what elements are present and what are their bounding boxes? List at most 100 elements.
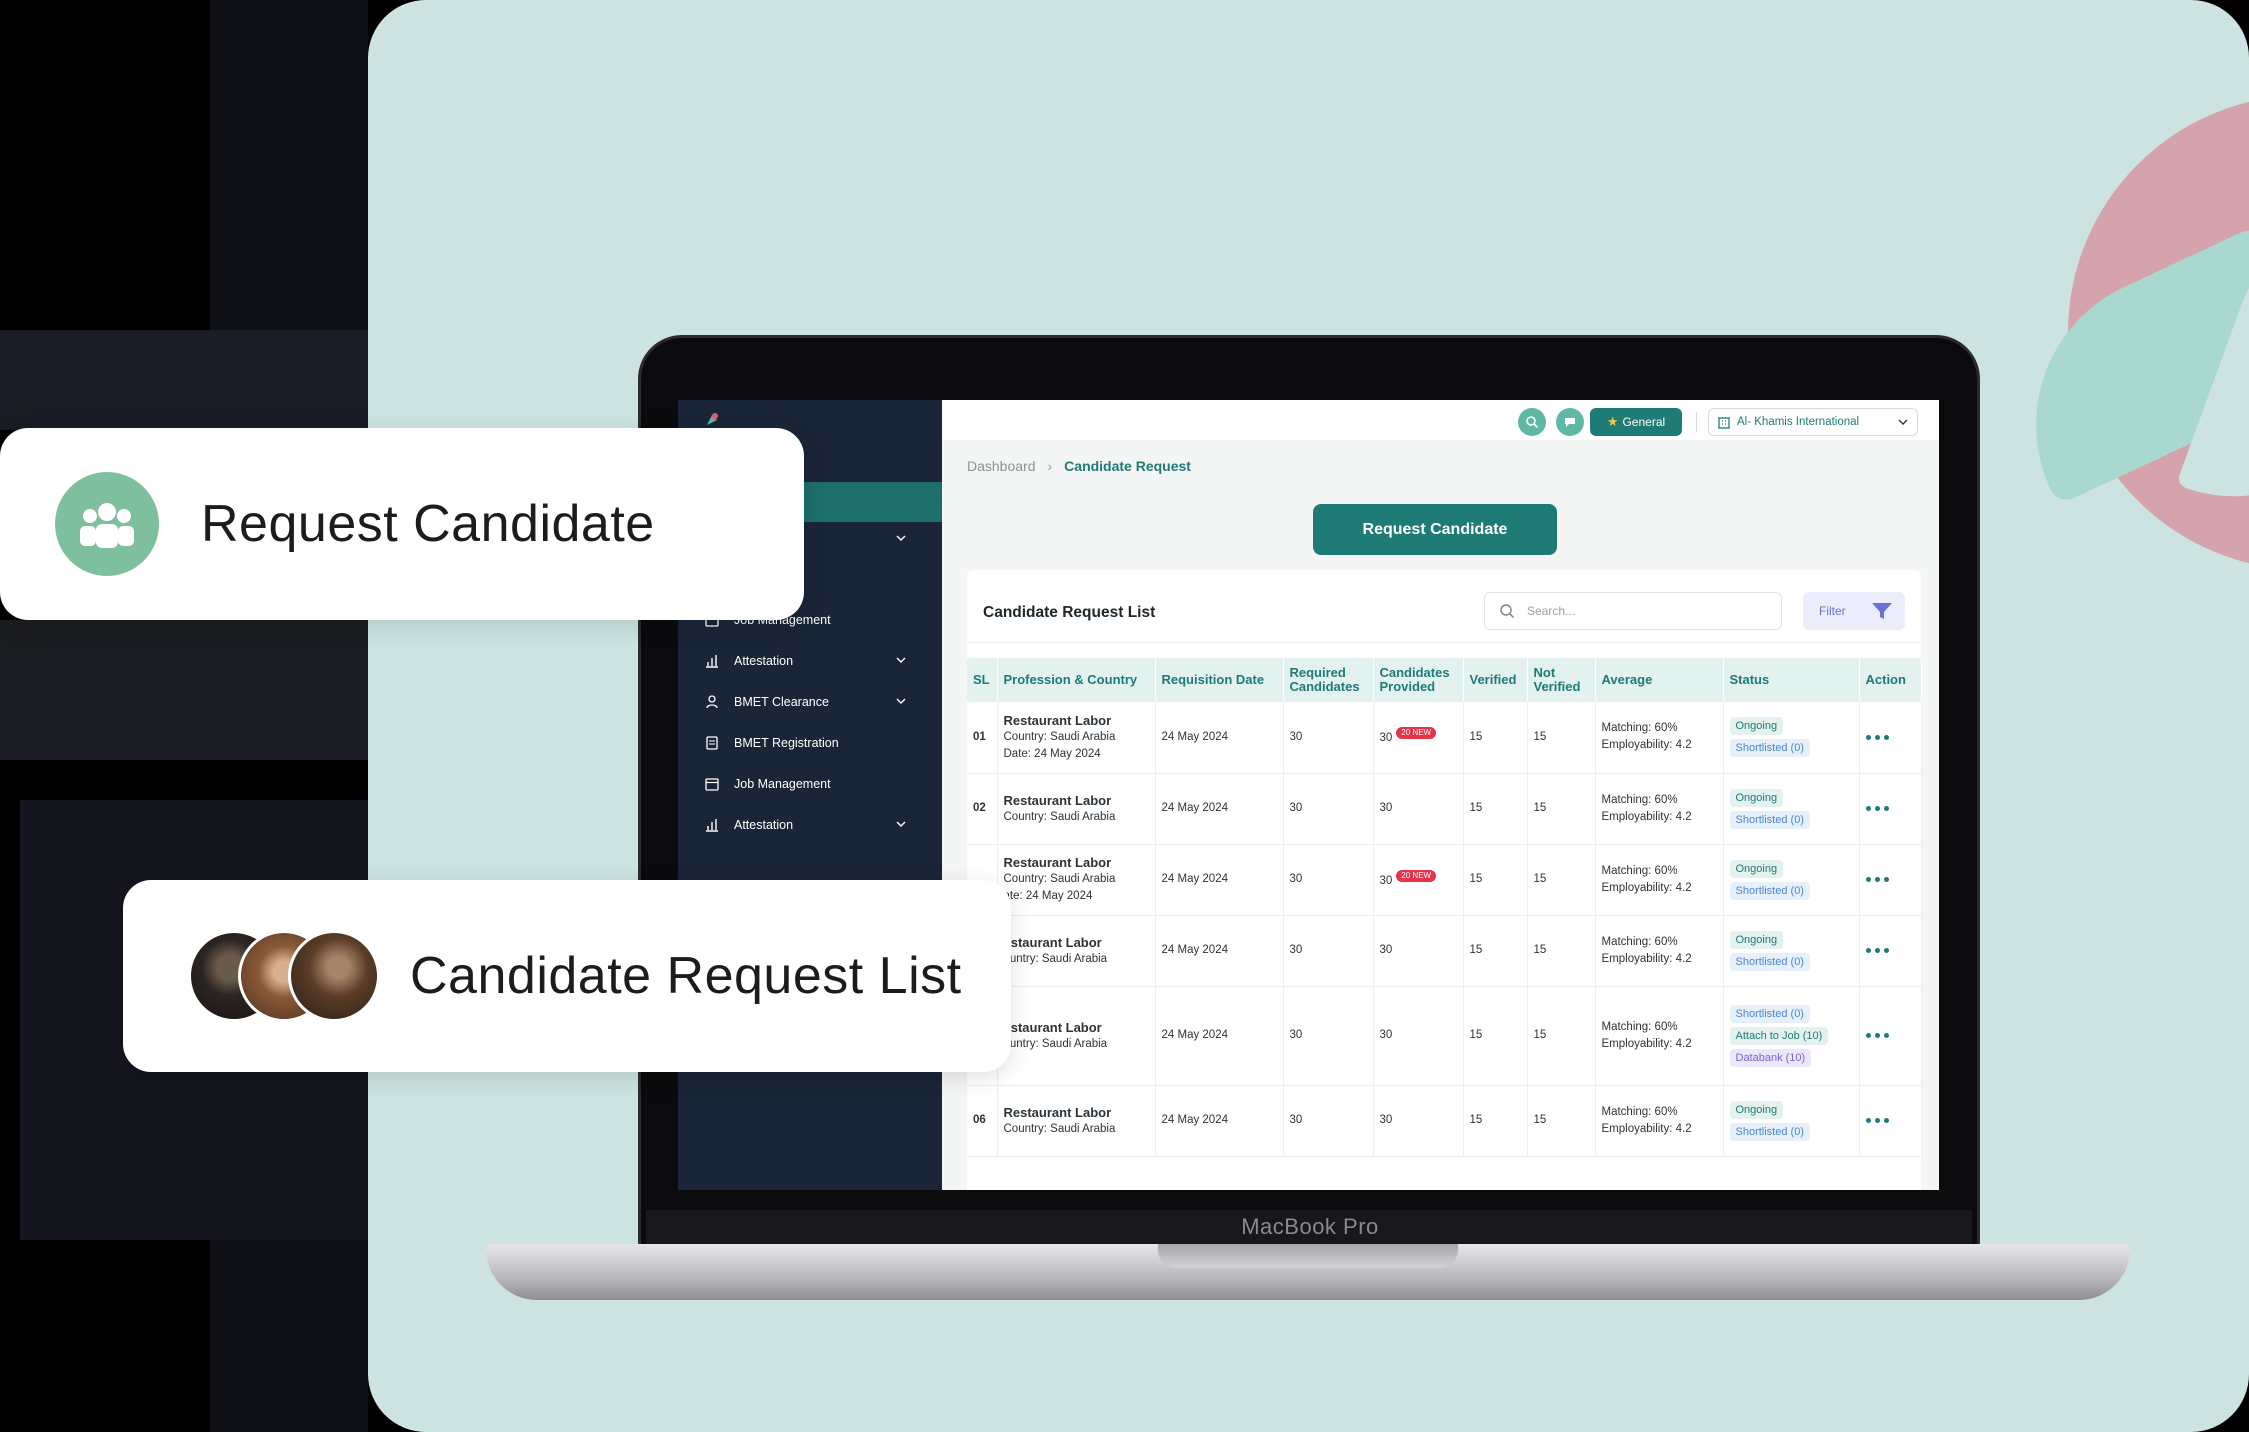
status-badge[interactable]: Attach to Job (10)	[1729, 1026, 1829, 1045]
sidebar-item-bmet-clearance[interactable]: BMET Clearance	[704, 690, 924, 714]
status-badge[interactable]: Shortlisted (0)	[1729, 952, 1810, 971]
column-header-sl[interactable]: SL	[967, 658, 998, 702]
calendar-icon	[705, 778, 719, 791]
cell-action	[1859, 702, 1922, 774]
sidebar-item-attestation[interactable]: Attestation	[704, 649, 924, 673]
filter-button[interactable]: Filter	[1803, 592, 1905, 630]
avatar	[288, 930, 380, 1022]
general-button[interactable]: ★ General	[1590, 408, 1682, 436]
divider	[1696, 412, 1697, 432]
glitch-artifact	[0, 0, 368, 1432]
status-badge[interactable]: Shortlisted (0)	[1729, 739, 1810, 758]
column-header-required[interactable]: Required Candidates	[1283, 658, 1374, 702]
employability-value: Employability: 4.2	[1601, 1037, 1692, 1050]
more-actions-icon[interactable]	[1865, 948, 1915, 953]
matching-value: Matching: 60%	[1601, 1105, 1678, 1118]
employability-value: Employability: 4.2	[1601, 739, 1692, 752]
table-row[interactable]: estaurant Labor ountry: Saudi Arabia 24 Ma…	[967, 915, 1922, 987]
document-icon	[706, 736, 718, 750]
candidate-request-card: Candidate Request List Filter SL	[967, 570, 1922, 1190]
sidebar-item-job-management[interactable]: Job Management	[704, 772, 924, 796]
laptop-model-label: MacBook Pro	[1241, 1214, 1379, 1239]
column-header-not-verified[interactable]: Not Verified	[1527, 658, 1596, 702]
cell-average: Matching: 60% Employability: 4.2	[1595, 1085, 1724, 1157]
status-badge[interactable]: Shortlisted (0)	[1729, 810, 1810, 829]
column-header-average[interactable]: Average	[1595, 658, 1724, 702]
cell-requisition-date: 24 May 2024	[1155, 915, 1284, 987]
more-actions-icon[interactable]	[1865, 734, 1915, 740]
search-input[interactable]	[1527, 604, 1747, 618]
profession-name: Restaurant Labor	[1003, 855, 1112, 870]
breadcrumb-dashboard[interactable]: Dashboard	[967, 458, 1036, 474]
request-candidate-button[interactable]: Request Candidate	[1313, 504, 1557, 555]
search-icon	[1526, 416, 1539, 429]
cell-profession: Restaurant Labor Country: Saudi Arabia Dat…	[997, 702, 1156, 774]
search-button[interactable]	[1518, 408, 1546, 436]
status-badge[interactable]: Ongoing	[1729, 859, 1784, 878]
column-header-provided[interactable]: Candidates Provided	[1373, 658, 1464, 702]
sidebar-item-attestation[interactable]: Attestation	[704, 813, 924, 837]
cell-status: Ongoing Shortlisted (0)	[1723, 702, 1860, 774]
status-badge[interactable]: Ongoing	[1729, 930, 1784, 949]
top-bar: ★ General Al- Khamis International	[942, 400, 1939, 440]
profession-country: Country: Saudi Arabia	[1003, 873, 1116, 885]
sidebar-item-bmet-registration[interactable]: BMET Registration	[704, 731, 924, 755]
cell-sl: 01	[967, 702, 998, 774]
provided-value: 30	[1379, 874, 1393, 887]
more-actions-icon[interactable]	[1865, 1033, 1915, 1038]
cell-requisition-date: 24 May 2024	[1155, 844, 1284, 916]
cell-required: 30	[1283, 844, 1374, 916]
cell-verified: 15	[1463, 1085, 1528, 1157]
general-label: General	[1622, 415, 1666, 429]
profession-country: ountry: Saudi Arabia	[1003, 952, 1108, 965]
card-title: Candidate Request List	[983, 604, 1156, 621]
column-header-verified[interactable]: Verified	[1463, 658, 1528, 702]
profession-name: estaurant Labor	[1003, 934, 1102, 950]
organization-select[interactable]: Al- Khamis International	[1708, 408, 1918, 436]
table-row[interactable]: 02 Restaurant Labor Country: Saudi Arabia 2…	[967, 773, 1922, 845]
search-field[interactable]	[1484, 592, 1782, 630]
breadcrumb: Dashboard › Candidate Request	[967, 458, 1191, 474]
cell-status: Ongoing Shortlisted (0)	[1723, 844, 1860, 916]
cell-status: Ongoing Shortlisted (0)	[1723, 1085, 1860, 1157]
status-badge[interactable]: Shortlisted (0)	[1729, 1122, 1810, 1141]
provided-value: 30	[1379, 944, 1393, 956]
column-header-action[interactable]: Action	[1859, 658, 1922, 702]
employability-value: Employability: 4.2	[1601, 1122, 1692, 1135]
status-badge[interactable]: Ongoing	[1729, 1100, 1784, 1119]
more-actions-icon[interactable]	[1865, 806, 1915, 811]
cell-profession: Restaurant Labor Country: Saudi Arabia ate…	[997, 844, 1156, 916]
more-actions-icon[interactable]	[1865, 877, 1915, 882]
sidebar-item-label: BMET Clearance	[734, 695, 829, 709]
cell-requisition-date: 24 May 2024	[1155, 1085, 1284, 1157]
cell-not-verified: 15	[1527, 773, 1596, 845]
status-badge[interactable]: Shortlisted (0)	[1729, 881, 1810, 900]
star-icon: ★	[1606, 414, 1619, 429]
cell-average: Matching: 60% Employability: 4.2	[1595, 773, 1724, 845]
cell-provided: 30	[1373, 773, 1464, 845]
matching-value: Matching: 60%	[1601, 935, 1678, 948]
cell-verified: 15	[1463, 773, 1528, 845]
cell-average: Matching: 60% Employability: 4.2	[1595, 844, 1724, 916]
status-badge[interactable]: Shortlisted (0)	[1729, 1004, 1810, 1023]
cell-status: Ongoing Shortlisted (0)	[1723, 915, 1860, 987]
column-header-date[interactable]: Requisition Date	[1155, 658, 1284, 702]
cell-not-verified: 15	[1527, 1085, 1596, 1157]
chevron-down-icon	[1898, 419, 1908, 425]
table-row[interactable]: Restaurant Labor Country: Saudi Arabia ate…	[967, 844, 1922, 916]
column-header-status[interactable]: Status	[1723, 658, 1860, 702]
table-row[interactable]: 06 Restaurant Labor Country: Saudi Arabia 2…	[967, 1085, 1922, 1157]
provided-value: 30	[1379, 802, 1393, 814]
status-badge[interactable]: Ongoing	[1729, 717, 1784, 736]
status-badge[interactable]: Databank (10)	[1729, 1048, 1812, 1067]
table-row[interactable]: 01 Restaurant Labor Country: Saudi Arabia D…	[967, 702, 1922, 774]
column-header-profession[interactable]: Profession & Country	[997, 658, 1156, 702]
laptop-notch	[1158, 1244, 1458, 1268]
status-badge[interactable]: Ongoing	[1729, 788, 1784, 807]
chat-button[interactable]	[1556, 408, 1584, 436]
more-actions-icon[interactable]	[1865, 1118, 1915, 1123]
table-row[interactable]: estaurant Labor ountry: Saudi Arabia 24 Ma…	[967, 986, 1922, 1086]
table-header-row: SL Profession & Country Requisition Date…	[967, 658, 1922, 702]
chevron-down-icon	[896, 821, 906, 827]
breadcrumb-current: Candidate Request	[1064, 458, 1191, 474]
